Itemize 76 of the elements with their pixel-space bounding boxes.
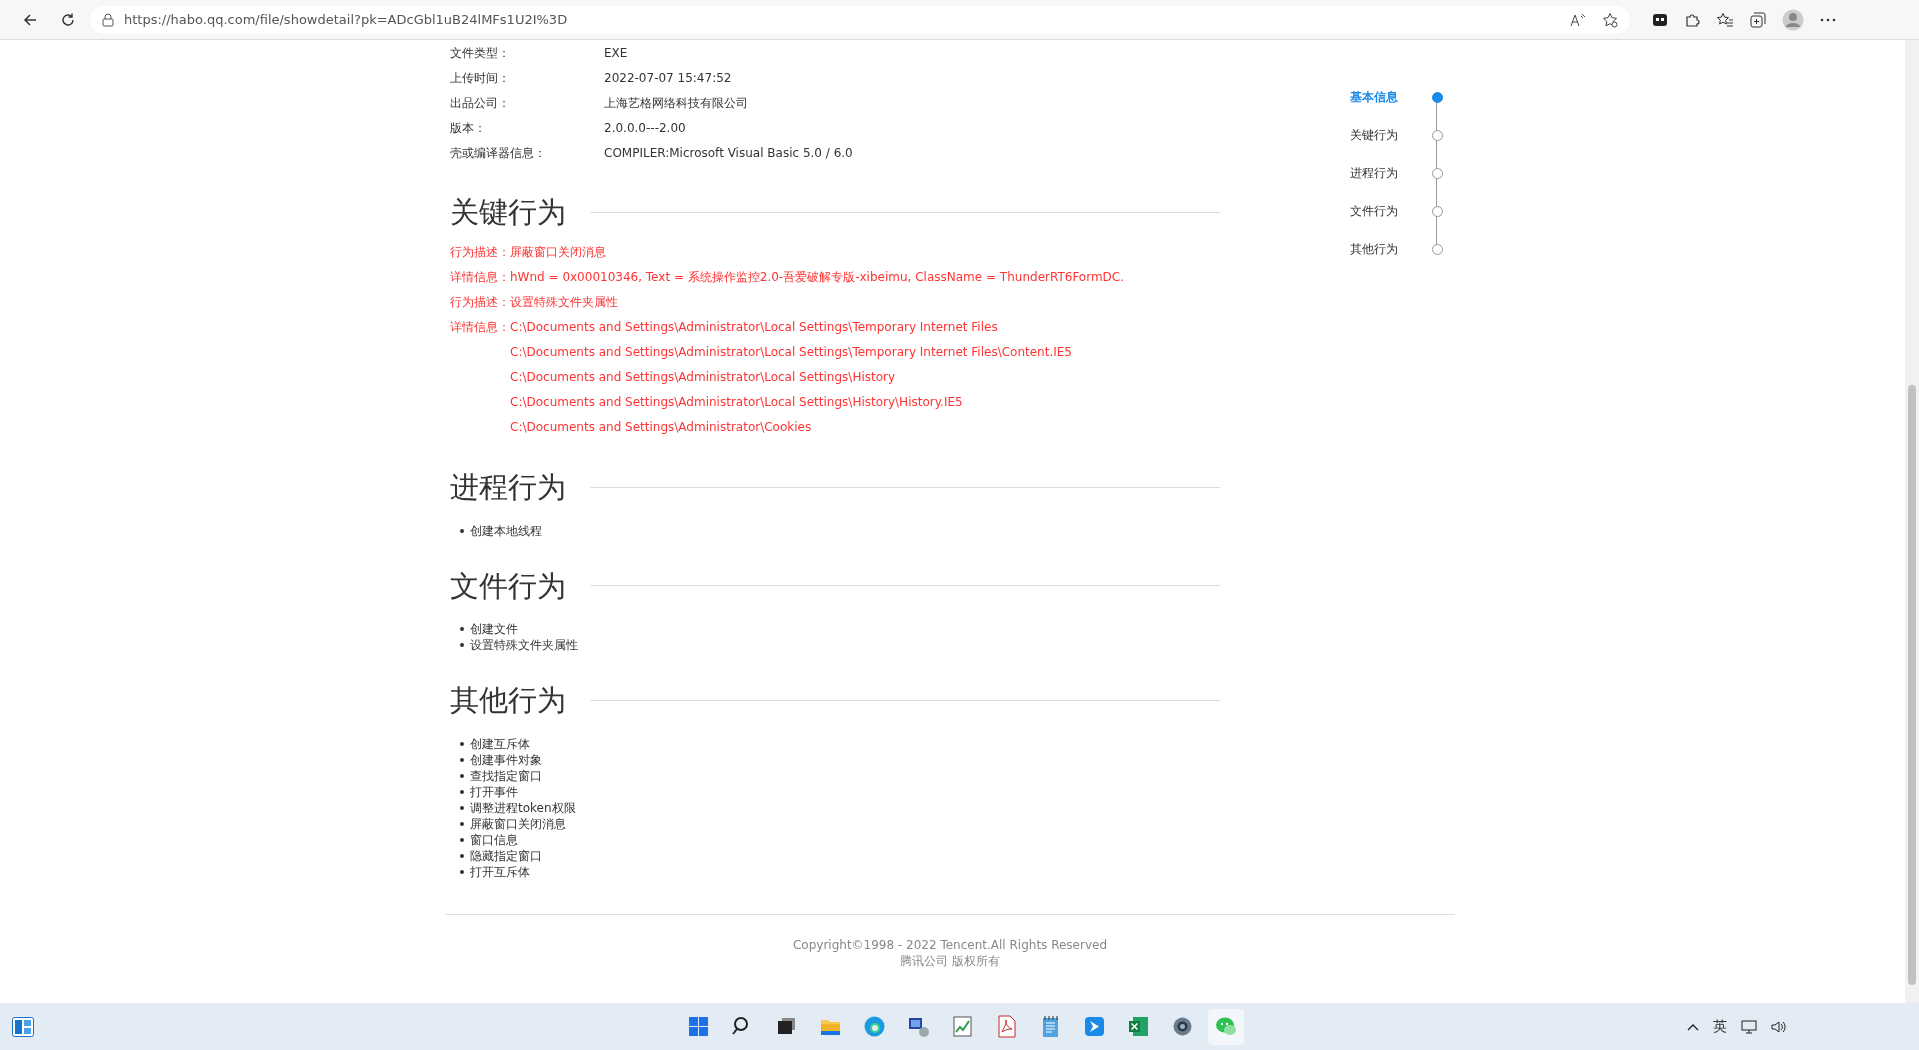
field-label: 出品公司： [450,94,511,112]
puzzle-icon[interactable] [1684,11,1700,28]
more-icon[interactable] [1820,17,1836,22]
rights-text: 腾讯公司 版权所有 [900,954,1000,969]
lock-icon [102,12,114,27]
behavior-detail: C:\Documents and Settings\Administrator\Local Settings\Temporary Internet Files\Content.IE5 [510,344,1072,359]
extension-icon[interactable] [1652,12,1668,27]
bullet-icon [460,774,464,779]
behavior-detail: C:\Documents and Settings\Administrator\Local Settings\History\History.IE5 [510,394,963,409]
list-item-text: 创建本地线程 [470,522,542,539]
list-item-text: 屏蔽窗口关闭消息 [470,816,566,833]
list-item-text: 打开事件 [470,784,518,801]
list-item-text: 查找指定窗口 [470,768,542,785]
nav-link[interactable]: 进程行为 [1350,164,1398,182]
favorite-star-icon[interactable] [1602,11,1618,28]
field-label: 上传时间： [450,69,511,87]
section-heading: 关键行为 [450,195,566,230]
field-value: 2.0.0.0---2.00 [604,119,686,137]
bullet-icon [460,838,464,843]
copyright-text: Copyright©1998 - 2022 Tencent.All Rights Reserved [792,938,1108,953]
list-item-text: 创建事件对象 [470,752,542,769]
bullet-icon [460,758,464,763]
collections-icon[interactable] [1750,11,1766,28]
widgets-icon[interactable] [12,1016,34,1037]
list-item-text: 调整进程token权限 [470,800,576,817]
bullet-icon [460,528,464,533]
field-label: 文件类型： [450,44,511,62]
bullet-icon [460,643,464,648]
behavior-label: 行为描述： [450,294,510,309]
bullet-icon [460,806,464,811]
section-heading: 文件行为 [450,568,566,604]
section-heading: 其他行为 [450,683,566,719]
bullet-icon [460,790,464,795]
field-value: 2022-07-07 15:47:52 [604,69,732,87]
behavior-detail: hWnd = 0x00010346, Text = 系统操作监控2.0-吾爱破解专版-xibeimu, ClassName = ThunderRT6FormDC. [510,269,1125,284]
scrollbar-thumb[interactable] [1908,385,1916,985]
field-value: EXE [604,44,628,62]
speaker-icon[interactable] [1771,1019,1787,1034]
network-icon[interactable] [1741,1019,1757,1034]
field-label: 版本： [450,119,487,137]
behavior-detail: C:\Documents and Settings\Administrator\Local Settings\Temporary Internet Files [510,319,998,334]
field-label: 壳或编译器信息： [450,144,547,162]
behavior-detail: C:\Documents and Settings\Administrator\Local Settings\History [510,369,896,384]
nav-link[interactable]: 基本信息 [1350,88,1398,106]
back-arrow-icon [22,11,38,28]
list-item-text: 窗口信息 [470,832,518,849]
list-item-text: 隐藏指定窗口 [470,848,542,865]
favorites-icon[interactable] [1716,11,1734,28]
url-text: https://habo.qq.com/file/showdetail?pk=ADcGbl1uB24lMFs1U2I%3D [124,10,568,29]
field-value: 上海艺格网络科技有限公司 [604,94,748,112]
address-bar[interactable]: https://habo.qq.com/file/showdetail?pk=ADcGbl1uB24lMFs1U2I%3D [90,5,1630,34]
list-item-text: 创建互斥体 [470,736,530,753]
bullet-icon [460,742,464,747]
nav-link[interactable]: 文件行为 [1350,202,1398,220]
list-item-text: 设置特殊文件夹属性 [470,637,578,654]
list-item-text: 创建文件 [470,621,518,638]
behavior-detail: C:\Documents and Settings\Administrator\Cookies [510,419,812,434]
bullet-icon [460,854,464,859]
nav-link[interactable]: 其他行为 [1350,240,1398,258]
bullet-icon [460,870,464,875]
behavior-label: 行为描述： [450,244,510,259]
field-value: COMPILER:Microsoft Visual Basic 5.0 / 6.0 [604,144,853,162]
behavior-label: 详情信息： [450,269,510,284]
read-aloud-icon[interactable] [1570,12,1586,27]
nav-link[interactable]: 关键行为 [1350,126,1398,144]
bullet-icon [460,627,464,632]
behavior-detail: 屏蔽窗口关闭消息 [510,244,606,259]
chevron-up-icon[interactable] [1687,1022,1699,1031]
bullet-icon [460,822,464,827]
behavior-label: 详情信息： [450,319,510,334]
section-heading: 进程行为 [450,469,566,505]
input-language-indicator[interactable]: 英 [1713,1016,1727,1037]
list-item-text: 打开互斥体 [470,864,530,881]
refresh-icon [60,11,76,28]
profile-avatar-icon[interactable] [1782,8,1804,31]
behavior-detail: 设置特殊文件夹属性 [510,294,618,309]
